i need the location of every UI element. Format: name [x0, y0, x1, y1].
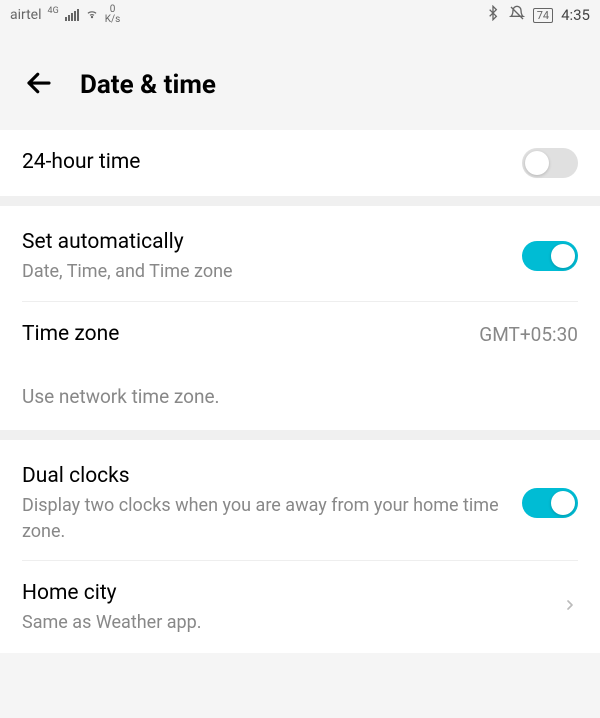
status-right: 74 4:35	[485, 5, 590, 25]
setting-title: Home city	[22, 579, 562, 608]
setting-time-zone[interactable]: Time zone GMT+05:30	[0, 302, 600, 367]
page-title: Date & time	[80, 70, 216, 100]
setting-dual-clocks[interactable]: Dual clocks Display two clocks when you …	[0, 440, 600, 560]
setting-title: Time zone	[22, 320, 479, 349]
section-divider	[0, 196, 600, 206]
setting-subtitle: Same as Weather app.	[22, 610, 562, 635]
setting-home-city[interactable]: Home city Same as Weather app.	[0, 561, 600, 654]
status-bar: airtel 4G 0 K/s 74	[0, 0, 600, 30]
signal-icon	[65, 9, 79, 21]
setting-set-automatically[interactable]: Set automatically Date, Time, and Time z…	[0, 206, 600, 301]
back-button[interactable]	[24, 68, 54, 102]
wifi-icon	[85, 6, 99, 24]
toggle-set-automatically[interactable]	[522, 241, 578, 271]
header: Date & time	[0, 30, 600, 130]
network-type: 4G	[48, 6, 59, 16]
chevron-right-icon	[562, 597, 578, 617]
status-left: airtel 4G 0 K/s	[10, 5, 120, 25]
setting-title: 24-hour time	[22, 148, 522, 177]
data-speed: 0 K/s	[105, 5, 121, 25]
dnd-icon	[509, 5, 525, 25]
section-divider	[0, 430, 600, 440]
setting-subtitle: Date, Time, and Time zone	[22, 259, 522, 284]
setting-subtitle: Display two clocks when you are away fro…	[22, 493, 502, 543]
toggle-dual-clocks[interactable]	[522, 488, 578, 518]
time-zone-value: GMT+05:30	[479, 323, 578, 346]
carrier-label: airtel	[10, 7, 42, 23]
settings-list: 24-hour time Set automatically Date, Tim…	[0, 130, 600, 653]
setting-title: Dual clocks	[22, 462, 502, 491]
clock-time: 4:35	[561, 6, 590, 24]
time-zone-note: Use network time zone.	[0, 367, 600, 430]
battery-level: 74	[533, 8, 553, 23]
setting-24-hour-time[interactable]: 24-hour time	[0, 130, 600, 196]
setting-title: Set automatically	[22, 228, 522, 257]
bluetooth-icon	[485, 5, 501, 25]
toggle-24-hour[interactable]	[522, 148, 578, 178]
